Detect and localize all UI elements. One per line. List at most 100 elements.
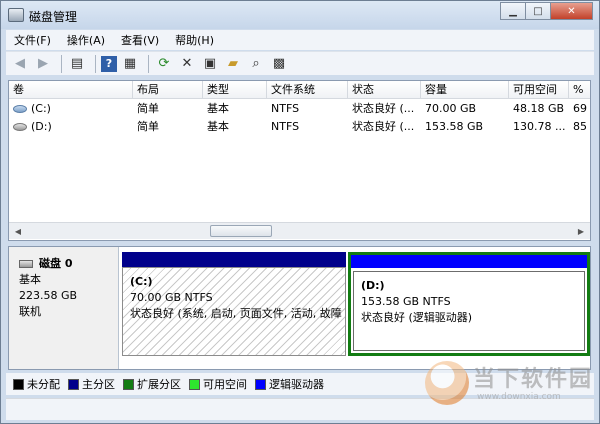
scroll-left-icon[interactable]: ◀ <box>11 225 25 238</box>
type-cell: 基本 <box>207 120 229 133</box>
horizontal-scrollbar[interactable]: ◀ ▶ <box>9 222 590 239</box>
partition-size-fs: 153.58 GB NTFS <box>361 295 451 308</box>
percent-free-cell: 69 <box>573 102 587 115</box>
minimize-icon: ▁ <box>509 5 517 17</box>
legend-item-unallocated: 未分配 <box>13 376 60 392</box>
watermark-logo-icon <box>425 361 469 405</box>
column-header-status[interactable]: 状态 <box>348 81 421 99</box>
free-space-cell: 48.18 GB <box>513 102 565 115</box>
site-watermark: 当下软件园 www.downxia.com <box>425 359 593 409</box>
volume-name: (C:) <box>31 102 51 115</box>
partition-c-body: (C:) 70.00 GB NTFS 状态良好 (系统, 启动, 页面文件, 活… <box>122 267 346 356</box>
legend-label: 主分区 <box>82 378 115 391</box>
console-tree-icon[interactable]: ▤ <box>67 54 87 74</box>
watermark-url: www.downxia.com <box>477 392 561 402</box>
legend-item-logical-drive: 逻辑驱动器 <box>255 376 324 392</box>
window-title: 磁盘管理 <box>29 10 78 24</box>
column-header-percent-free[interactable]: % <box>569 81 590 99</box>
toolbar: ◀ ▶ ▤ ? ▦ ⟳ ✕ ▣ ▰ ⌕ ▩ <box>6 51 594 75</box>
partition-c[interactable]: (C:) 70.00 GB NTFS 状态良好 (系统, 启动, 页面文件, 活… <box>122 252 346 356</box>
column-header-layout[interactable]: 布局 <box>133 81 203 99</box>
help-icon[interactable]: ? <box>101 55 117 72</box>
legend-swatch <box>255 378 266 390</box>
partition-d-body: (D:) 153.58 GB NTFS 状态良好 (逻辑驱动器) <box>353 271 585 351</box>
legend-swatch <box>189 378 200 390</box>
toolbar-separator <box>148 54 149 73</box>
properties-pane-icon[interactable]: ▦ <box>120 54 140 74</box>
legend-label: 未分配 <box>27 378 60 391</box>
disk-management-app-icon <box>8 8 24 22</box>
column-header-volume[interactable]: 卷 <box>9 81 133 99</box>
back-arrow-icon[interactable]: ◀ <box>10 54 30 74</box>
export-icon[interactable]: ▩ <box>269 54 289 74</box>
partition-label: (D:) <box>361 279 385 292</box>
minimize-button[interactable]: ▁ <box>500 2 526 20</box>
hard-disk-icon <box>19 260 33 268</box>
disk-management-window: 磁盘管理 ▁ □ ✕ 文件(F) 操作(A) 查看(V) 帮助(H) ◀ ▶ ▤… <box>0 0 600 424</box>
volume-row[interactable]: (D:) 简单 基本 NTFS 状态良好 (... 153.58 GB 130.… <box>9 118 590 135</box>
partition-d[interactable]: (D:) 153.58 GB NTFS 状态良好 (逻辑驱动器) <box>348 252 590 356</box>
layout-cell: 简单 <box>137 102 159 115</box>
column-header-free-space[interactable]: 可用空间 <box>509 81 569 99</box>
disk-type: 基本 <box>19 273 41 286</box>
scrollbar-thumb[interactable] <box>210 225 272 237</box>
volume-list-header: 卷 布局 类型 文件系统 状态 容量 可用空间 % <box>9 81 590 99</box>
open-folder-icon[interactable]: ▰ <box>223 54 243 74</box>
maximize-button[interactable]: □ <box>525 2 551 20</box>
disk-title-row: 磁盘 0 <box>19 256 118 272</box>
disk-name: 磁盘 0 <box>39 257 73 270</box>
disk-graphical-view: 磁盘 0 基本 223.58 GB 联机 (C:) 70.00 GB NTFS … <box>8 246 591 370</box>
system-volume-icon <box>13 105 27 113</box>
legend-swatch <box>68 378 79 390</box>
percent-free-cell: 85 <box>573 120 587 133</box>
volume-list: 卷 布局 类型 文件系统 状态 容量 可用空间 % (C:) 简单 基本 NTF… <box>8 80 591 241</box>
capacity-cell: 153.58 GB <box>425 120 484 133</box>
menu-help[interactable]: 帮助(H) <box>167 32 222 48</box>
properties-icon[interactable]: ▣ <box>200 54 220 74</box>
column-header-filesystem[interactable]: 文件系统 <box>267 81 348 99</box>
refresh-icon[interactable]: ⟳ <box>154 54 174 74</box>
toolbar-separator <box>61 54 62 73</box>
scroll-right-icon[interactable]: ▶ <box>574 225 588 238</box>
partition-status: 状态良好 (系统, 启动, 页面文件, 活动, 故障 <box>130 307 342 320</box>
volume-cell: (D:) <box>9 118 133 135</box>
volume-cell: (C:) <box>9 100 133 117</box>
filesystem-cell: NTFS <box>271 102 300 115</box>
legend-label: 可用空间 <box>203 378 247 391</box>
volume-row[interactable]: (C:) 简单 基本 NTFS 状态良好 (... 70.00 GB 48.18… <box>9 100 590 117</box>
menu-view[interactable]: 查看(V) <box>113 32 167 48</box>
search-icon[interactable]: ⌕ <box>246 54 266 74</box>
status-cell: 状态良好 (... <box>352 102 415 115</box>
menu-action[interactable]: 操作(A) <box>59 32 113 48</box>
logical-drive-bar <box>351 255 587 268</box>
delete-icon[interactable]: ✕ <box>177 54 197 74</box>
close-icon: ✕ <box>567 5 576 17</box>
legend-item-primary-partition: 主分区 <box>68 376 115 392</box>
window-controls: ▁ □ ✕ <box>500 2 593 20</box>
partition-label: (C:) <box>130 275 153 288</box>
forward-arrow-icon[interactable]: ▶ <box>33 54 53 74</box>
status-cell: 状态良好 (... <box>352 120 415 133</box>
legend-label: 扩展分区 <box>137 378 181 391</box>
disk-state: 联机 <box>19 305 41 318</box>
menu-file[interactable]: 文件(F) <box>6 32 59 48</box>
type-cell: 基本 <box>207 102 229 115</box>
partition-status: 状态良好 (逻辑驱动器) <box>361 311 473 324</box>
title-bar[interactable]: 磁盘管理 ▁ □ ✕ <box>1 1 599 29</box>
legend-label: 逻辑驱动器 <box>269 378 324 391</box>
layout-cell: 简单 <box>137 120 159 133</box>
close-button[interactable]: ✕ <box>550 2 593 20</box>
legend-item-free-space: 可用空间 <box>189 376 247 392</box>
toolbar-separator <box>95 54 96 73</box>
disk-size: 223.58 GB <box>19 289 78 302</box>
column-header-capacity[interactable]: 容量 <box>421 81 509 99</box>
menu-bar: 文件(F) 操作(A) 查看(V) 帮助(H) <box>6 30 594 50</box>
maximize-icon: □ <box>533 5 543 17</box>
partition-size-fs: 70.00 GB NTFS <box>130 291 213 304</box>
disk-0-info[interactable]: 磁盘 0 基本 223.58 GB 联机 <box>9 247 119 369</box>
filesystem-cell: NTFS <box>271 120 300 133</box>
legend-item-extended-partition: 扩展分区 <box>123 376 181 392</box>
data-volume-icon <box>13 123 27 131</box>
watermark-text: 当下软件园 <box>473 367 594 392</box>
column-header-type[interactable]: 类型 <box>203 81 267 99</box>
